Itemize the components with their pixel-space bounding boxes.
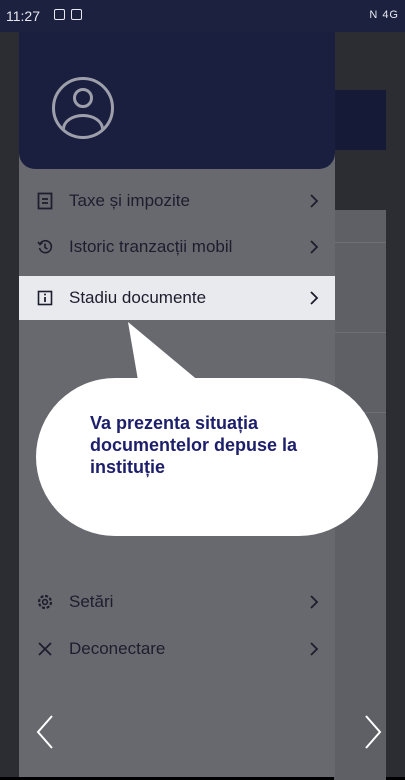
background-header-band xyxy=(334,90,386,150)
app-notification-icon xyxy=(71,9,82,20)
menu-item-label: Setări xyxy=(69,592,114,611)
menu-item-label: Taxe și impozite xyxy=(69,191,190,210)
tooltip-text: Va prezenta situația documentelor depuse… xyxy=(90,413,298,477)
chevron-right-icon xyxy=(303,641,325,657)
menu-item-label: Istoric tranzacții mobil xyxy=(69,237,233,256)
tutorial-previous-button[interactable] xyxy=(30,712,60,752)
menu-item-stadiu-documente[interactable]: Stadiu documente xyxy=(19,276,335,320)
menu-item-deconectare[interactable]: Deconectare xyxy=(19,627,335,671)
menu-item-taxe-impozite[interactable]: Taxe și impozite xyxy=(19,179,335,223)
app-screen: 11:27 N 4G Taxe și impozite Istoric tran… xyxy=(0,0,405,780)
menu-item-istoric-tranzactii[interactable]: Istoric tranzacții mobil xyxy=(19,225,335,269)
chevron-right-icon xyxy=(303,290,325,306)
close-icon xyxy=(35,641,55,657)
status-time: 11:27 xyxy=(6,8,40,24)
chevron-right-icon xyxy=(303,239,325,255)
tutorial-next-button[interactable] xyxy=(358,712,388,752)
chevron-right-icon xyxy=(303,594,325,610)
status-notification-icons xyxy=(54,9,82,20)
chevron-right-icon xyxy=(365,715,382,749)
drawer-header xyxy=(19,32,335,169)
background-divider xyxy=(334,332,386,333)
menu-item-label: Deconectare xyxy=(69,639,166,658)
receipt-icon xyxy=(35,192,55,210)
background-divider xyxy=(334,242,386,243)
chevron-left-icon xyxy=(36,715,53,749)
signal-icons: N 4G xyxy=(369,9,399,21)
chevron-right-icon xyxy=(303,193,325,209)
avatar-icon[interactable] xyxy=(52,77,114,139)
status-bar: 11:27 N 4G xyxy=(0,0,405,32)
menu-item-setari[interactable]: Setări xyxy=(19,580,335,624)
menu-item-label: Stadiu documente xyxy=(69,288,207,307)
history-icon xyxy=(35,239,55,255)
image-notification-icon xyxy=(54,9,65,20)
gear-icon xyxy=(35,594,55,610)
info-doc-icon xyxy=(35,290,55,306)
